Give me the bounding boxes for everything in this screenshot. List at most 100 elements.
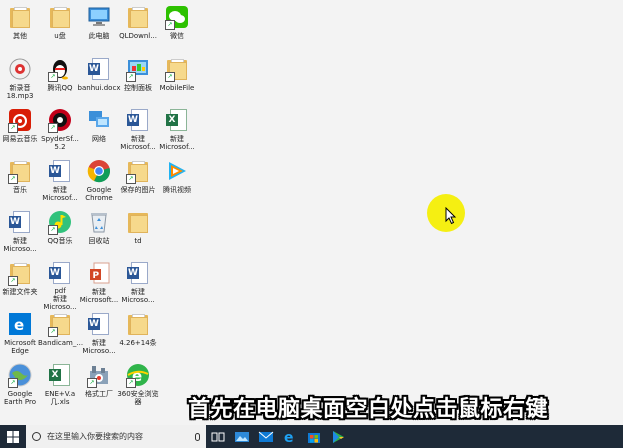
desktop-icon-network[interactable]: 网络	[80, 106, 118, 158]
desktop-icon-qq-music[interactable]: QQ音乐	[41, 208, 79, 260]
desktop-icon-spyder[interactable]: SpyderSf... 5.2	[41, 106, 79, 158]
instruction-caption: 首先在电脑桌面空白处点击鼠标右键	[188, 397, 549, 422]
desktop-icon-banhui-docx[interactable]: W banhui.docx	[77, 55, 121, 107]
format-factory-icon	[86, 362, 112, 388]
excel-document-icon: X	[164, 107, 190, 133]
word-document-icon: W	[47, 158, 73, 184]
folder-icon	[47, 4, 73, 30]
desktop-icon-new-word-1[interactable]: W 新建 Microsof...	[119, 106, 157, 158]
desktop-icon-chrome[interactable]: Google Chrome	[80, 157, 118, 209]
icon-label: ENE+V.a 几.xls	[44, 390, 76, 406]
desktop-icon-edge[interactable]: e Microsoft Edge	[1, 310, 39, 362]
icon-label: 新建 Microsoft...	[79, 288, 119, 304]
icon-label: QLDownl...	[119, 32, 157, 40]
taskbar-app-store[interactable]	[302, 425, 326, 448]
desktop-icon-qldownload[interactable]: QLDownl...	[119, 3, 157, 55]
desktop-icon-360-browser[interactable]: e 360安全浏览 器	[117, 361, 159, 413]
network-icon	[86, 107, 112, 133]
word-document-icon: W	[7, 209, 33, 235]
start-button[interactable]	[0, 425, 26, 448]
desktop-icon-new-folder[interactable]: 新建文件夹	[1, 259, 39, 311]
desktop-icon-control-panel[interactable]: 控制面板	[119, 55, 157, 107]
icon-label: 微信	[170, 32, 184, 40]
icon-label: 网络	[92, 135, 106, 143]
tencent-video-icon	[164, 158, 190, 184]
audio-file-icon	[7, 56, 33, 82]
icon-label: 新建 Microsof...	[42, 186, 78, 202]
task-view-button[interactable]	[206, 425, 230, 448]
desktop-icon-wechat[interactable]: 微信	[158, 3, 196, 55]
folder-icon	[47, 311, 73, 337]
desktop[interactable]: 其他 u盘 此电脑 QLDownl... 微信 新录音 18.mp3 腾讯QQ …	[0, 0, 623, 425]
photos-icon	[235, 431, 249, 442]
desktop-icon-qq[interactable]: 腾讯QQ	[41, 55, 79, 107]
desktop-icon-this-pc[interactable]: 此电脑	[80, 3, 118, 55]
edge-icon: e	[7, 311, 33, 337]
icon-label: Google Earth Pro	[3, 390, 37, 406]
desktop-icon-new-word-4[interactable]: W 新建 Microso...	[119, 259, 157, 311]
icon-label: 新建 Microsof...	[120, 135, 156, 151]
icon-label: 格式工厂	[85, 390, 113, 398]
desktop-icon-pdf-word[interactable]: W pdf 新建 Microso...	[41, 259, 79, 311]
icon-label: 腾讯视频	[163, 186, 191, 194]
360-browser-icon: e	[125, 362, 151, 388]
icon-label: 新建 Microso...	[121, 288, 155, 304]
icon-label: 音乐	[13, 186, 27, 194]
icon-label: 腾讯QQ	[47, 84, 73, 92]
desktop-icon-format-factory[interactable]: 格式工厂	[80, 361, 118, 413]
google-earth-icon	[7, 362, 33, 388]
desktop-icon-new-word-3[interactable]: W 新建 Microso...	[1, 208, 39, 260]
icon-label: banhui.docx	[77, 84, 121, 92]
task-view-icon	[211, 432, 225, 441]
icon-label: SpyderSf... 5.2	[41, 135, 79, 151]
icon-label: pdf 新建 Microso...	[43, 287, 77, 311]
qq-music-icon	[47, 209, 73, 235]
desktop-icon-tencent-video[interactable]: 腾讯视频	[158, 157, 196, 209]
folder-icon	[7, 260, 33, 286]
taskbar-search-box[interactable]: 在这里输入你要搜索的内容	[26, 425, 206, 448]
icon-label: 新建文件夹	[2, 288, 38, 296]
svg-text:e: e	[284, 430, 294, 444]
desktop-icon-4-26-folder[interactable]: 4.26+14条	[119, 310, 157, 362]
mouse-cursor-icon	[445, 207, 457, 225]
desktop-icon-mobilefile[interactable]: MobileFile	[158, 55, 196, 107]
microphone-icon[interactable]	[195, 432, 200, 441]
desktop-icon-new-excel-1[interactable]: X 新建 Microsof...	[158, 106, 196, 158]
netease-music-icon	[7, 107, 33, 133]
desktop-icon-netease-music[interactable]: 网易云音乐	[1, 106, 39, 158]
desktop-icon-qita[interactable]: 其他	[1, 3, 39, 55]
icon-label: u盘	[54, 32, 66, 40]
taskbar-app-edge[interactable]: e	[278, 425, 302, 448]
folder-icon	[125, 209, 151, 235]
icon-label: 新建 Microsof...	[159, 135, 195, 151]
qq-penguin-icon	[47, 56, 73, 82]
desktop-icon-new-word-2[interactable]: W 新建 Microsof...	[41, 157, 79, 209]
icon-label: Google Chrome	[85, 186, 113, 202]
taskbar-app-play[interactable]	[326, 425, 350, 448]
icon-label: 保存的图片	[120, 186, 156, 194]
desktop-icon-saved-pictures[interactable]: 保存的图片	[119, 157, 157, 209]
desktop-icon-google-earth[interactable]: Google Earth Pro	[1, 361, 39, 413]
desktop-icon-ene-xls[interactable]: X ENE+V.a 几.xls	[41, 361, 79, 413]
edge-icon: e	[284, 430, 294, 444]
desktop-icon-bandicam[interactable]: Bandicam_...	[38, 310, 84, 362]
icon-label: Bandicam_...	[38, 339, 84, 347]
icon-label: 360安全浏览 器	[117, 390, 159, 406]
taskbar-app-mail[interactable]	[254, 425, 278, 448]
desktop-icon-new-word-5[interactable]: W 新建 Microso...	[80, 310, 118, 362]
svg-text:e: e	[14, 316, 24, 334]
icon-label: 网易云音乐	[2, 135, 38, 143]
svg-text:P: P	[93, 271, 100, 281]
desktop-icon-recycle-bin[interactable]: 回收站	[80, 208, 118, 260]
folder-icon	[125, 4, 151, 30]
desktop-icon-recording[interactable]: 新录音 18.mp3	[1, 55, 39, 107]
desktop-icon-new-ppt[interactable]: P 新建 Microsoft...	[80, 259, 118, 311]
desktop-icon-td[interactable]: td	[119, 208, 157, 260]
store-icon	[308, 432, 320, 443]
spyder-icon	[47, 107, 73, 133]
icon-label: 新建 Microso...	[3, 237, 37, 253]
icon-label: Microsoft Edge	[4, 339, 36, 355]
taskbar-app-photos[interactable]	[230, 425, 254, 448]
desktop-icon-music[interactable]: 音乐	[1, 157, 39, 209]
desktop-icon-upan[interactable]: u盘	[41, 3, 79, 55]
